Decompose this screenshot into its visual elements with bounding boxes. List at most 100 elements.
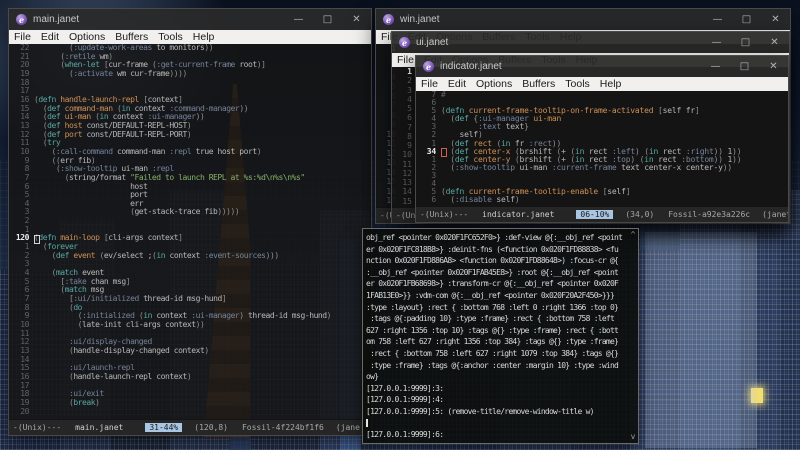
menu-item-file[interactable]: File	[9, 31, 36, 43]
line-number: 5	[431, 187, 436, 197]
minimize-button[interactable]: —	[703, 9, 732, 30]
buffer-name: main.janet	[75, 423, 124, 432]
menu-item-help[interactable]: Help	[188, 31, 220, 43]
vcs-branch: Fossil-a92e3a226c	[668, 210, 751, 219]
menu-item-tools[interactable]: Tools	[153, 31, 188, 43]
menu-item-edit[interactable]: Edit	[36, 31, 64, 43]
line-number: 1	[24, 242, 30, 252]
code-line: 3	[416, 170, 788, 180]
close-button[interactable]: ✕	[759, 56, 788, 77]
menu-item-options[interactable]: Options	[64, 31, 110, 43]
menu-item-help[interactable]: Help	[595, 78, 627, 90]
menu-item-file[interactable]: File	[416, 78, 443, 90]
titlebar[interactable]: e main.janet — □ ✕	[9, 9, 371, 30]
console-line: ow}	[366, 372, 379, 382]
console-cursor	[366, 419, 368, 427]
line-number: 6	[24, 181, 30, 191]
line-number: 4	[24, 198, 30, 208]
code-line: 18	[9, 78, 371, 88]
code-line: 13 (handle-display-changed context)	[9, 346, 371, 356]
close-button[interactable]: ✕	[760, 32, 789, 53]
line-number: 5	[407, 104, 412, 114]
line-number: 10	[20, 146, 29, 156]
menu-item-options[interactable]: Options	[471, 78, 517, 90]
line-number: 5	[24, 190, 30, 200]
line-number: 6	[407, 113, 412, 123]
console-line: er 0x020F1FB68698>} :transform-cr @{:__o…	[366, 279, 619, 289]
menubar: FileEditOptionsBuffersToolsHelp	[9, 30, 371, 44]
console-line: [127.0.0.1:9999]:5: (remove-title/remove…	[366, 406, 594, 416]
titlebar[interactable]: e indicator.janet — □ ✕	[416, 56, 788, 77]
line-number: 6	[431, 98, 436, 108]
line-number: 20	[20, 406, 29, 416]
maximize-button[interactable]: □	[313, 9, 342, 30]
line-number: 7	[407, 122, 412, 132]
menu-item-edit[interactable]: Edit	[443, 78, 471, 90]
console-line: om 758 :left 627 :right 1356 :top 384} :…	[366, 337, 619, 347]
emacs-icon: e	[423, 61, 434, 72]
line-number: 8	[407, 131, 412, 141]
code-line: 6 (:disable self)	[416, 196, 788, 204]
console-line: [127.0.0.1:9999]:6:	[366, 430, 444, 440]
line-number: 3	[431, 170, 436, 180]
line-number: 3	[431, 122, 436, 132]
scrollbar-down-icon[interactable]: v	[629, 433, 637, 441]
line-number: 5	[24, 276, 30, 286]
line-number: 7	[431, 91, 436, 99]
maximize-button[interactable]: □	[732, 9, 761, 30]
code-line: 2 (:show-tooltip ui-man :current-frame t…	[416, 163, 788, 172]
minimize-button[interactable]: —	[284, 9, 313, 30]
menu-item-buffers[interactable]: Buffers	[110, 31, 153, 43]
code-line: 20	[9, 406, 371, 417]
console-line: 627 :right 1356 :top 10} :tags @{} :type…	[366, 325, 619, 335]
editor-buffer[interactable]: 7 #6 5 (defn current-frame-tooltip-on-fram…	[416, 91, 788, 206]
console-line: :type :layout} :rect { :bottom 768 :left…	[366, 302, 619, 312]
line-number: 3	[24, 259, 30, 269]
menubar: FileEditOptionsBuffersToolsHelp	[416, 77, 788, 91]
close-button[interactable]: ✕	[342, 9, 371, 30]
line-number: 4	[24, 268, 30, 278]
console-line: nction 0x020F1FD886A8> <function 0x020F1…	[366, 256, 619, 266]
line-number: 7	[24, 172, 30, 182]
window-title: main.janet	[33, 14, 80, 25]
maximize-button[interactable]: □	[730, 56, 759, 77]
titlebar[interactable]: e ui.janet — □ ✕	[392, 32, 789, 53]
window-title: ui.janet	[416, 37, 449, 48]
line-number: 15	[402, 196, 412, 206]
code-line: 19 (:activate wm cur-frame))))	[9, 69, 371, 79]
line-number: 2	[407, 76, 412, 86]
line-number: 6	[431, 195, 436, 205]
window-title: indicator.janet	[440, 61, 502, 72]
editor-buffer[interactable]: 22 (:update-work-areas to monitors)) 21 (…	[9, 44, 371, 419]
mode-line: -(Unix)--- main.janet 31-44% (120,8) Fos…	[9, 419, 371, 435]
console-line: [127.0.0.1:9999]:4:	[366, 395, 444, 405]
line-number: 2	[24, 216, 30, 226]
code-line: 19 (break)	[9, 398, 371, 408]
maximize-button[interactable]: □	[731, 32, 760, 53]
window-title: win.janet	[400, 14, 440, 25]
window-indicator-janet: e indicator.janet — □ ✕ File Edit Options B…	[415, 55, 789, 223]
line-number: 120	[15, 233, 30, 243]
buffer-percent: 06-10%	[576, 210, 614, 219]
buffer-percent: 31-44%	[145, 423, 183, 432]
minimize-button[interactable]: —	[701, 56, 730, 77]
repl-console-window[interactable]: obj_ref <pointer 0x020F1FC652F0>} :def-v…	[362, 228, 639, 444]
line-number: 11	[402, 159, 412, 169]
frame-indicator-overlay	[645, 232, 757, 448]
line-number: 1	[407, 67, 412, 76]
close-button[interactable]: ✕	[761, 9, 790, 30]
scrollbar-up-icon[interactable]: ^	[629, 231, 637, 239]
titlebar[interactable]: e win.janet — □ ✕	[376, 9, 790, 30]
line-number: 2	[24, 250, 30, 260]
console-output[interactable]: obj_ref <pointer 0x020F1FC652F0>} :def-v…	[366, 232, 628, 441]
line-number: 1	[431, 154, 436, 164]
menu-item-tools[interactable]: Tools	[560, 78, 595, 90]
coding-indicator: -(Unix)---	[420, 210, 469, 219]
code-line: 2 (def event (ev/select ;(in context :ev…	[9, 250, 371, 261]
major-mode: (janet	[762, 210, 788, 219]
minimize-button[interactable]: —	[702, 32, 731, 53]
console-line: :type :frame} :tags @{:anchor :center :m…	[366, 360, 619, 370]
line-number: 5	[431, 106, 436, 116]
menu-item-buffers[interactable]: Buffers	[517, 78, 560, 90]
cursor-position: (120,8)	[194, 423, 228, 432]
